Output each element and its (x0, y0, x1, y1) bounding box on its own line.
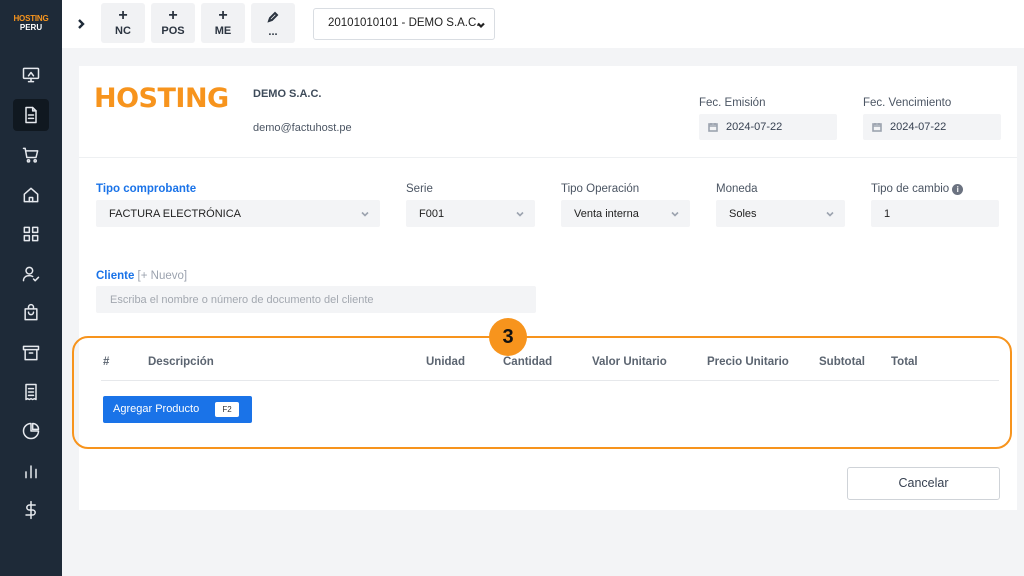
tipo-comprobante-label: Tipo comprobante (96, 183, 197, 195)
fec-vencimiento-field[interactable]: 2024-07-22 (863, 114, 1001, 140)
tipo-cambio-label: Tipo de cambio i (871, 183, 964, 195)
serie-value: F001 (419, 208, 445, 220)
sidebar-item-receipts[interactable] (13, 376, 49, 408)
new-me-button[interactable]: + ME (201, 3, 245, 43)
sidebar-item-clients[interactable] (13, 258, 49, 290)
fec-vencimiento-value: 2024-07-22 (890, 121, 947, 133)
calendar-icon (708, 123, 718, 132)
fec-emision-field[interactable]: 2024-07-22 (699, 114, 837, 140)
plus-icon: + (218, 7, 228, 24)
sidebar-item-documents[interactable] (13, 99, 49, 131)
company-email: demo@factuhost.pe (253, 122, 352, 134)
sidebar-item-sales[interactable] (13, 139, 49, 171)
pie-chart-icon (22, 422, 40, 440)
moneda-value: Soles (729, 208, 757, 220)
chevron-down-icon (477, 22, 485, 29)
chevron-down-icon (826, 211, 834, 217)
pencil-icon (267, 11, 279, 23)
calendar-icon (872, 123, 882, 132)
new-credit-note-button[interactable]: + NC (101, 3, 145, 43)
chevron-down-icon (671, 211, 679, 217)
expand-sidebar-button[interactable] (74, 14, 88, 34)
header-divider (79, 157, 1017, 158)
company-name: DEMO S.A.C. (253, 88, 322, 100)
sidebar-item-dashboard[interactable] (13, 59, 49, 91)
logo-line-2: PERU (19, 23, 43, 32)
info-icon[interactable]: i (952, 184, 964, 195)
chevron-down-icon (361, 211, 369, 217)
company-logo: HOSTING (94, 83, 229, 114)
fec-emision-value: 2024-07-22 (726, 121, 783, 133)
archive-icon (22, 345, 40, 361)
cancel-button[interactable]: Cancelar (847, 467, 1000, 500)
sidebar-item-inventory[interactable] (13, 337, 49, 369)
quick-action-label: POS (161, 25, 185, 37)
tipo-comprobante-select[interactable]: FACTURA ELECTRÓNICA (96, 200, 380, 227)
cliente-label-text: Cliente (96, 270, 135, 282)
tipo-operacion-select[interactable]: Venta interna (561, 200, 690, 227)
tipo-cambio-label-text: Tipo de cambio (871, 183, 950, 195)
document-icon (25, 106, 37, 124)
serie-select[interactable]: F001 (406, 200, 535, 227)
tipo-cambio-value: 1 (884, 208, 891, 220)
tipo-operacion-value: Venta interna (574, 208, 639, 220)
new-client-link[interactable]: [+ Nuevo] (138, 270, 188, 282)
sidebar-item-reports[interactable] (13, 415, 49, 447)
company-select[interactable]: 20101010101 - DEMO S.A.C. (313, 8, 495, 40)
fec-vencimiento-label: Fec. Vencimiento (863, 97, 952, 109)
home-icon (23, 187, 39, 203)
bag-icon (24, 303, 38, 321)
sidebar: HOSTING PERU (0, 0, 62, 576)
monitor-icon (22, 67, 40, 83)
tipo-cambio-field[interactable]: 1 (871, 200, 999, 227)
moneda-label: Moneda (716, 183, 758, 195)
sidebar-item-modules[interactable] (13, 218, 49, 250)
sidebar-item-statistics[interactable] (13, 455, 49, 487)
plus-icon: + (168, 7, 178, 24)
chevron-right-icon (78, 19, 85, 29)
tipo-comprobante-value: FACTURA ELECTRÓNICA (109, 208, 242, 220)
step-highlight-frame (72, 336, 1012, 449)
edit-more-button[interactable]: ... (251, 3, 295, 43)
quick-action-label: ME (214, 25, 232, 37)
grid-icon (23, 226, 39, 242)
cliente-label: Cliente [+ Nuevo] (96, 270, 187, 282)
cart-icon (22, 147, 39, 163)
tipo-operacion-label: Tipo Operación (561, 183, 640, 195)
bar-chart-icon (25, 465, 37, 479)
sidebar-item-purchases[interactable] (13, 297, 49, 329)
user-check-icon (22, 266, 40, 282)
plus-icon: + (118, 7, 128, 24)
cliente-search-input[interactable] (96, 286, 536, 313)
serie-label: Serie (406, 183, 433, 195)
new-pos-button[interactable]: + POS (151, 3, 195, 43)
top-bar: + NC + POS + ME ... 20101010101 - DEMO S… (62, 0, 1024, 48)
dollar-icon (25, 500, 36, 520)
sidebar-item-finance[interactable] (13, 494, 49, 526)
company-select-value: 20101010101 - DEMO S.A.C. (328, 17, 480, 29)
hosting-peru-logo[interactable]: HOSTING PERU (8, 14, 54, 32)
moneda-select[interactable]: Soles (716, 200, 845, 227)
chevron-down-icon (516, 211, 524, 217)
step-number-badge: 3 (489, 318, 527, 356)
logo-line-1: HOSTING (13, 14, 49, 23)
fec-emision-label: Fec. Emisión (699, 97, 766, 109)
receipt-icon (25, 383, 37, 401)
quick-action-label: NC (115, 25, 131, 37)
sidebar-item-home[interactable] (13, 179, 49, 211)
quick-action-label: ... (268, 26, 278, 38)
